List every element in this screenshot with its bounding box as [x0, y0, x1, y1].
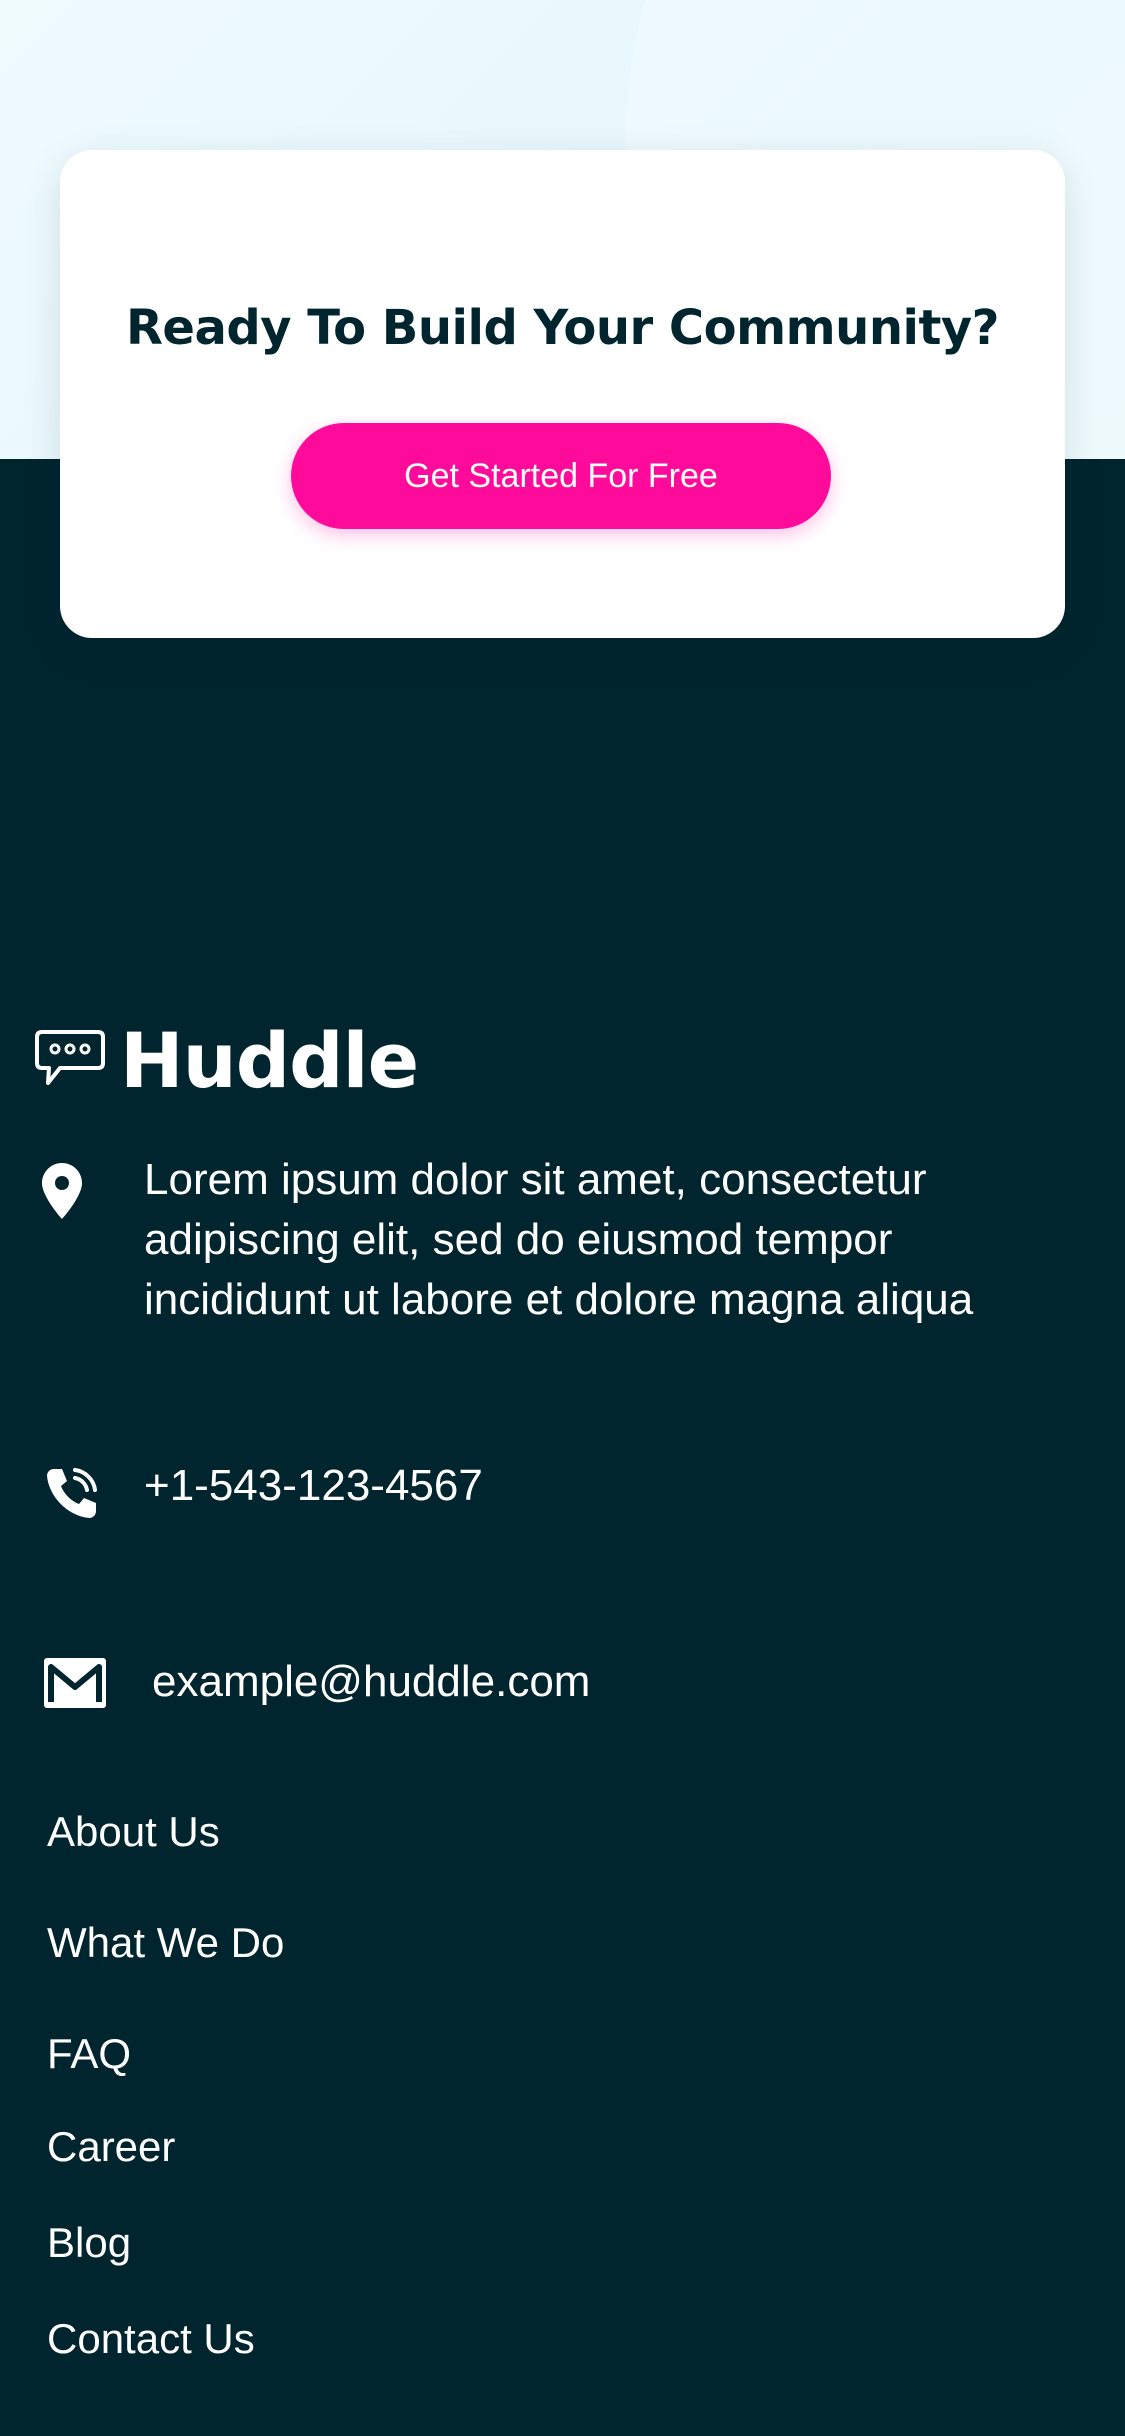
- email-text: example@huddle.com: [152, 1657, 591, 1706]
- cta-card: Ready To Build Your Community? Get Start…: [60, 150, 1065, 638]
- get-started-button[interactable]: Get Started For Free: [291, 423, 831, 529]
- footer-link-contact[interactable]: Contact Us: [47, 2311, 255, 2367]
- footer-link-career[interactable]: Career: [47, 2119, 175, 2175]
- footer-link-blog[interactable]: Blog: [47, 2215, 131, 2271]
- footer-link-what-we-do[interactable]: What We Do: [47, 1915, 284, 1971]
- phone-icon: [47, 1468, 97, 1518]
- footer-link-faq[interactable]: FAQ: [47, 2026, 131, 2082]
- cta-title: Ready To Build Your Community?: [125, 300, 1000, 356]
- address-text: Lorem ipsum dolor sit amet, consectetur …: [144, 1155, 974, 1324]
- location-pin-icon: [42, 1163, 82, 1219]
- brand-name: Huddle: [120, 1015, 419, 1105]
- footer-link-about[interactable]: About Us: [47, 1804, 220, 1860]
- chat-bubble-icon: [35, 1030, 105, 1085]
- footer-brand[interactable]: Huddle: [34, 1015, 419, 1105]
- phone-text: +1-543-123-4567: [144, 1461, 483, 1510]
- mail-icon: [44, 1658, 106, 1708]
